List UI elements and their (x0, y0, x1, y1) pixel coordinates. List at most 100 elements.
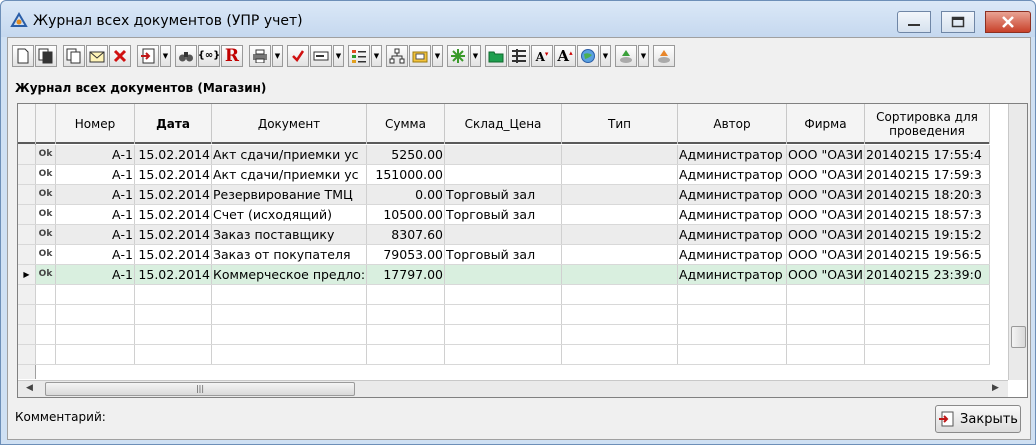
header-author[interactable]: Автор (678, 104, 787, 144)
form-button[interactable] (310, 45, 332, 67)
green-folder-button[interactable] (485, 45, 507, 67)
header-type[interactable]: Тип (562, 104, 678, 144)
document-cell (212, 345, 367, 364)
table-row[interactable]: Ok А-1 15.02.2014 Резервирование ТМЦ 0.00 Тор… (18, 185, 990, 205)
copy-document-button[interactable] (35, 45, 57, 67)
header-document[interactable]: Документ (212, 104, 367, 144)
row-marker (18, 145, 36, 164)
code-button[interactable]: {∞} (198, 45, 220, 67)
table-row[interactable] (18, 285, 990, 305)
tree-button[interactable] (386, 45, 408, 67)
firm-cell: ООО "ОАЗИ (788, 145, 865, 164)
close-icon (1002, 16, 1014, 28)
header-sum[interactable]: Сумма (367, 104, 445, 144)
author-cell (678, 285, 787, 304)
sort-cell: 20140215 17:55:4 (865, 145, 990, 164)
comment-label: Комментарий: (15, 410, 106, 424)
duplicate-button[interactable] (63, 45, 85, 67)
documents-grid[interactable]: Номер Дата Документ Сумма Склад_Цена Тип… (17, 103, 1028, 398)
date-cell (135, 305, 212, 324)
status-cell (36, 305, 56, 324)
table-row[interactable]: Ok А-1 15.02.2014 Акт сдачи/приемки ус 15100… (18, 165, 990, 185)
scroll-right-icon[interactable]: ▶ (992, 383, 999, 393)
firm-cell: ООО "ОАЗИ (788, 205, 865, 224)
maximize-button[interactable] (941, 11, 975, 33)
header-status[interactable] (36, 104, 56, 144)
row-marker (18, 325, 36, 344)
orange-arrow-button[interactable] (653, 45, 675, 67)
author-cell: Администратор (678, 205, 787, 224)
horizontal-scroll-thumb[interactable]: ||| (45, 382, 355, 396)
close-button[interactable]: Закрыть (935, 405, 1021, 433)
import-icon (141, 48, 155, 64)
document-cell (212, 285, 367, 304)
document-cell (212, 305, 367, 324)
sort-cell: 20140215 18:57:3 (865, 205, 990, 224)
find-button[interactable] (175, 45, 197, 67)
firm-cell: ООО "ОАЗИ (788, 245, 865, 264)
green-arrow-icon (620, 50, 632, 63)
table-row[interactable]: Ok А-1 15.02.2014 Заказ поставщику 8307.60 Ад… (18, 225, 990, 245)
form-dropdown[interactable]: ▼ (333, 45, 344, 67)
type-cell (562, 325, 678, 344)
firm-cell: ООО "ОАЗИ (788, 165, 865, 184)
form-icon (313, 51, 329, 61)
header-number[interactable]: Номер (56, 104, 135, 144)
check-button[interactable] (287, 45, 309, 67)
table-row[interactable]: Ok А-1 15.02.2014 Счет (исходящий) 10500.00 Т… (18, 205, 990, 225)
title-bar[interactable]: Журнал всех документов (УПР учет) (1, 1, 1035, 37)
delete-button[interactable] (109, 45, 131, 67)
minimize-button[interactable] (897, 11, 931, 33)
vertical-scrollbar[interactable] (1008, 104, 1027, 380)
list-dropdown[interactable]: ▼ (371, 45, 382, 67)
new-document-button[interactable] (12, 45, 34, 67)
report-button[interactable]: R (221, 45, 243, 67)
edit-button[interactable] (86, 45, 108, 67)
header-date[interactable]: Дата (135, 104, 212, 144)
row-marker (18, 225, 36, 244)
table-row[interactable]: ▶ Ok А-1 15.02.2014 Коммерческое предло: 1779… (18, 265, 990, 285)
scroll-left-icon[interactable]: ◀ (26, 383, 33, 393)
font-decrease-button[interactable]: A▾ (531, 45, 553, 67)
code-brackets-icon: {∞} (197, 50, 221, 61)
sort-cell: 20140215 19:15:2 (865, 225, 990, 244)
table-row[interactable] (18, 305, 990, 325)
horizontal-scrollbar[interactable]: ◀ ||| ▶ (18, 380, 1008, 397)
date-cell: 15.02.2014 (135, 165, 212, 184)
sort-cell (865, 325, 990, 344)
table-row[interactable]: Ok А-1 15.02.2014 Заказ от покупателя 79053.… (18, 245, 990, 265)
green-arrow-button[interactable] (615, 45, 637, 67)
header-sort-order[interactable]: Сортировка для проведения (865, 104, 990, 144)
tree-icon (389, 48, 405, 64)
print-dropdown[interactable]: ▼ (272, 45, 283, 67)
table-row[interactable] (18, 325, 990, 345)
green-arrow-dropdown[interactable]: ▼ (638, 45, 649, 67)
header-firm[interactable]: Фирма (787, 104, 865, 144)
cross-button[interactable] (447, 45, 469, 67)
table-row[interactable]: Ok А-1 15.02.2014 Акт сдачи/приемки ус 5250.… (18, 145, 990, 165)
font-increase-button[interactable]: A▴ (554, 45, 576, 67)
import-dropdown[interactable]: ▼ (160, 45, 171, 67)
cross-dropdown[interactable]: ▼ (470, 45, 481, 67)
columns-button[interactable] (508, 45, 530, 67)
sort-cell (865, 345, 990, 364)
document-cell: Акт сдачи/приемки ус (212, 165, 367, 184)
header-warehouse-price[interactable]: Склад_Цена (445, 104, 562, 144)
firm-cell (787, 285, 865, 304)
close-window-button[interactable] (985, 11, 1031, 33)
import-button[interactable] (137, 45, 159, 67)
globe-button[interactable] (577, 45, 599, 67)
cross-icon (451, 49, 465, 63)
globe-dropdown[interactable]: ▼ (600, 45, 611, 67)
sort-cell: 20140215 18:20:3 (865, 185, 990, 204)
vertical-scroll-thumb[interactable] (1011, 326, 1026, 348)
warehouse-cell (445, 265, 562, 284)
print-button[interactable] (249, 45, 271, 67)
status-cell: Ok (36, 205, 56, 224)
list-button[interactable] (348, 45, 370, 67)
row-marker: ▶ (18, 265, 36, 284)
type-cell (562, 265, 678, 284)
open-folder-button[interactable] (409, 45, 431, 67)
table-row[interactable] (18, 345, 990, 365)
folder-dropdown[interactable]: ▼ (432, 45, 443, 67)
